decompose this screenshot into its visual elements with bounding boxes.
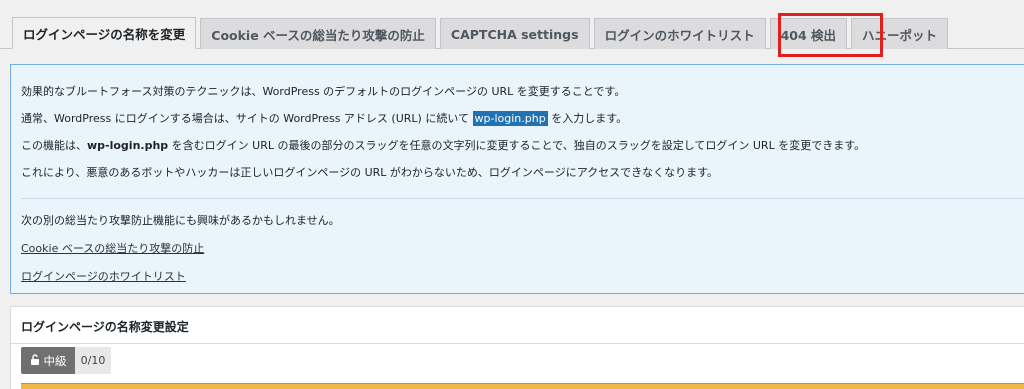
info-line-2-after: を入力します。 (547, 112, 628, 125)
info-line-1: 効果的なブルートフォース対策のテクニックは、WordPress のデフォルトのロ… (21, 85, 626, 98)
tab-login-whitelist[interactable]: ログインのホワイトリスト (593, 18, 766, 49)
tab-honeypot[interactable]: ハニーポット (851, 18, 949, 49)
tab-cookie-brute-force[interactable]: Cookie ベースの総当たり攻撃の防止 (200, 18, 436, 49)
wp-login-code: wp-login.php (87, 139, 169, 152)
related-intro: 次の別の総当たり攻撃防止機能にも興味があるかもしれません。 (21, 214, 340, 227)
wp-login-code-highlighted: wp-login.php (472, 111, 548, 126)
tab-captcha-settings[interactable]: CAPTCHA settings (439, 18, 590, 49)
link-cookie-brute-force[interactable]: Cookie ベースの総当たり攻撃の防止 (21, 242, 204, 255)
info-line-4: これにより、悪意のあるボットやハッカーは正しいログインページの URL がわから… (21, 166, 719, 179)
info-line-2-before: 通常、WordPress にログインする場合は、サイトの WordPress ア… (21, 112, 473, 125)
info-line-2: 通常、WordPress にログインする場合は、サイトの WordPress ア… (21, 110, 627, 126)
warning-notice (21, 383, 1024, 389)
panel-title: ログインページの名称変更設定 (21, 320, 189, 334)
info-line-3-before: この機能は、 (21, 139, 87, 152)
settings-tabs: ログインページの名称を変更 Cookie ベースの総当たり攻撃の防止 CAPTC… (12, 17, 1024, 49)
info-line-3: この機能は、wp-login.php を含むログイン URL の最後の部分のスラ… (21, 137, 865, 153)
lock-icon (30, 353, 40, 368)
info-box: 効果的なブルートフォース対策のテクニックは、WordPress のデフォルトのロ… (10, 64, 1024, 294)
panel-divider (11, 343, 1024, 344)
security-level-badge: 中級 (21, 347, 75, 374)
security-level-label: 中級 (43, 353, 67, 368)
link-login-whitelist[interactable]: ログインページのホワイトリスト (21, 270, 186, 283)
tab-rename-login-page[interactable]: ログインページの名称を変更 (12, 17, 197, 49)
tab-404-detection[interactable]: 404 検出 (769, 18, 848, 49)
info-divider (21, 198, 1024, 199)
security-score: 0/10 (75, 347, 111, 374)
info-line-3-after: を含むログイン URL の最後の部分のスラッグを任意の文字列に変更することで、独… (168, 139, 866, 152)
rename-login-settings-panel: ログインページの名称変更設定 中級 0/10 (10, 306, 1024, 389)
